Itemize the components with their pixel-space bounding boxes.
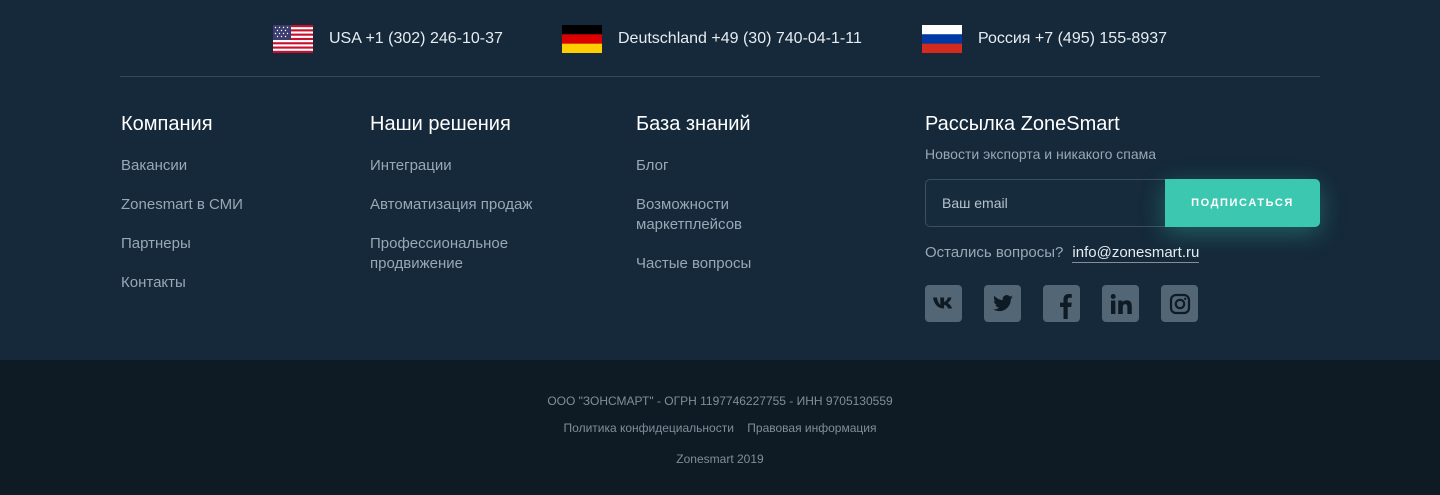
solutions-heading: Наши решения — [370, 113, 511, 135]
phone-bar: USA +1 (302) 246-10-37 Deutschland +49 (… — [0, 0, 1440, 77]
company-legal-info: ООО "ЗОНСМАРТ" - ОГРН 1197746227755 - ИН… — [547, 394, 893, 408]
phone-usa[interactable]: USA +1 (302) 246-10-37 — [273, 24, 503, 54]
subscribe-form: ПОДПИСАТЬСЯ — [925, 179, 1320, 227]
footer-top: USA +1 (302) 246-10-37 Deutschland +49 (… — [0, 0, 1440, 360]
linkedin-icon[interactable] — [1102, 285, 1139, 322]
de-flag-icon — [562, 25, 602, 53]
divider — [120, 76, 1320, 77]
phone-russia[interactable]: Россия +7 (495) 155-8937 — [922, 24, 1167, 54]
link-blog[interactable]: Блог — [636, 156, 796, 176]
instagram-icon[interactable] — [1161, 285, 1198, 322]
questions-line: Остались вопросы? info@zonesmart.ru — [925, 244, 1325, 263]
link-press[interactable]: Zonesmart в СМИ — [121, 195, 243, 215]
solutions-column: Наши решения Интеграции Автоматизация пр… — [370, 112, 570, 293]
copyright: Zonesmart 2019 — [676, 452, 764, 466]
newsletter-subtitle: Новости экспорта и никакого спама — [925, 146, 1157, 162]
link-vacancies[interactable]: Вакансии — [121, 156, 243, 176]
knowledge-heading: База знаний — [636, 113, 751, 135]
facebook-icon[interactable] — [1043, 285, 1080, 322]
contact-email-link[interactable]: info@zonesmart.ru — [1072, 244, 1200, 263]
subscribe-button[interactable]: ПОДПИСАТЬСЯ — [1165, 179, 1320, 227]
phone-russia-text: Россия +7 (495) 155-8937 — [978, 30, 1168, 47]
phone-germany[interactable]: Deutschland +49 (30) 740-04-1-11 — [562, 24, 862, 54]
social-links — [925, 285, 1325, 322]
footer-bottom: ООО "ЗОНСМАРТ" - ОГРН 1197746227755 - ИН… — [0, 360, 1440, 495]
newsletter-heading: Рассылка ZoneSmart — [925, 113, 1120, 135]
vk-icon[interactable] — [925, 285, 962, 322]
link-faq[interactable]: Частые вопросы — [636, 254, 796, 274]
email-input[interactable] — [926, 180, 1165, 226]
phone-germany-text: Deutschland +49 (30) 740-04-1-11 — [618, 30, 862, 47]
link-integrations[interactable]: Интеграции — [370, 156, 570, 176]
link-promotion[interactable]: Профессиональное продвижение — [370, 234, 520, 274]
ru-flag-icon — [922, 25, 962, 53]
link-sales-automation[interactable]: Автоматизация продаж — [370, 195, 570, 215]
footer-links: Политика конфидециальности Правовая инфо… — [0, 421, 1440, 435]
phone-usa-text: USA +1 (302) 246-10-37 — [329, 30, 503, 47]
link-contacts[interactable]: Контакты — [121, 273, 243, 293]
privacy-policy-link[interactable]: Политика конфидециальности — [564, 421, 734, 435]
company-heading: Компания — [121, 113, 213, 135]
company-column: Компания Вакансии Zonesmart в СМИ Партне… — [121, 112, 243, 312]
link-marketplaces[interactable]: Возможности маркетплейсов — [636, 195, 766, 235]
newsletter-column: Рассылка ZoneSmart Новости экспорта и ни… — [925, 112, 1325, 322]
us-flag-icon — [273, 25, 313, 53]
link-partners[interactable]: Партнеры — [121, 234, 243, 254]
twitter-icon[interactable] — [984, 285, 1021, 322]
questions-label: Остались вопросы? — [925, 244, 1064, 261]
knowledge-column: База знаний Блог Возможности маркетплейс… — [636, 112, 796, 293]
legal-info-link[interactable]: Правовая информация — [747, 421, 876, 435]
